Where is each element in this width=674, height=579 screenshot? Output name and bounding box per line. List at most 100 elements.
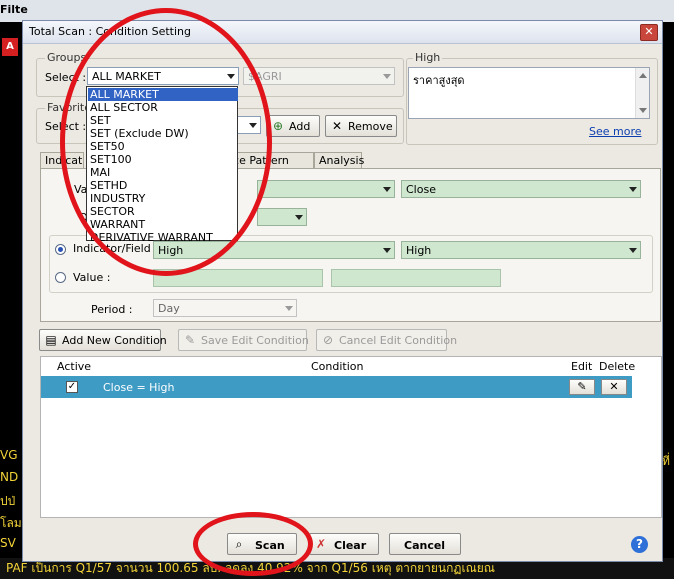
delete-x-icon[interactable]: ✕ xyxy=(601,379,627,395)
dropdown-option[interactable]: ALL MARKET xyxy=(88,88,238,101)
save-edit-condition-label: Save Edit Condition xyxy=(201,334,309,347)
add-new-condition-label: Add New Condition xyxy=(62,334,167,347)
dropdown-option[interactable]: SET (Exclude DW) xyxy=(88,127,238,140)
help-icon[interactable]: ? xyxy=(631,536,648,553)
column-header-edit: Edit xyxy=(571,360,593,373)
add-new-condition-button[interactable]: ▤ Add New Condition xyxy=(39,329,167,351)
dropdown-option[interactable]: DERIVATIVE WARRANT xyxy=(88,231,238,244)
indicator-field2-value: High xyxy=(406,244,432,257)
high-description-text: ราคาสูงสุด xyxy=(413,74,465,87)
market-group-dropdown[interactable]: ALL MARKET xyxy=(87,67,239,85)
symbol-group-value: $AGRI xyxy=(248,70,282,83)
cancel-label: Cancel xyxy=(404,539,446,552)
dropdown-option[interactable]: SET50 xyxy=(88,140,238,153)
market-group-options-list[interactable]: ALL MARKET ALL SECTOR SET SET (Exclude D… xyxy=(86,86,238,244)
description-scrollbar[interactable] xyxy=(635,68,649,118)
symbol-group-dropdown[interactable]: $AGRI xyxy=(243,67,395,85)
add-favorite-button[interactable]: ⊕ Add xyxy=(266,115,320,137)
left-value-dropdown[interactable] xyxy=(257,180,395,198)
high-description-title: High xyxy=(413,51,443,64)
right-value-dropdown[interactable]: Close xyxy=(401,180,641,198)
indicator-field-radio[interactable] xyxy=(55,244,66,255)
dropdown-option[interactable]: SETHD xyxy=(88,179,238,192)
high-description-textbox[interactable]: ราคาสูงสุด xyxy=(408,67,650,119)
dropdown-option[interactable]: SECTOR xyxy=(88,205,238,218)
column-header-condition: Condition xyxy=(311,360,364,373)
cancel-edit-condition-button[interactable]: ⊘ Cancel Edit Condition xyxy=(316,329,457,351)
scan-label: Scan xyxy=(255,539,285,552)
cancel-edit-condition-label: Cancel Edit Condition xyxy=(339,334,458,347)
background-text-line: ND xyxy=(0,470,19,484)
remove-favorite-label: Remove xyxy=(348,120,393,133)
indicator-field-value: High xyxy=(158,244,184,257)
column-header-delete: Delete xyxy=(599,360,636,373)
column-header-active: Active xyxy=(57,360,92,373)
remove-favorite-button[interactable]: ✕ Remove xyxy=(325,115,397,137)
see-more-link[interactable]: See more xyxy=(589,125,642,138)
scroll-up-icon[interactable] xyxy=(639,73,647,78)
tab-analysis[interactable]: Analysis xyxy=(314,152,364,168)
cancel-button[interactable]: Cancel xyxy=(389,533,461,555)
background-toolbar: Filte xyxy=(0,0,674,22)
value-radio-label: Value : xyxy=(73,271,111,284)
period-dropdown[interactable]: Day xyxy=(153,299,297,317)
dropdown-option[interactable]: INDUSTRY xyxy=(88,192,238,205)
chevron-down-icon xyxy=(285,306,293,311)
table-row[interactable]: ✓ Close = High ✎ ✕ xyxy=(41,376,632,398)
chevron-down-icon xyxy=(295,215,303,220)
scan-button[interactable]: ⌕ Scan xyxy=(227,533,297,555)
dropdown-option[interactable]: MAI xyxy=(88,166,238,179)
operator-dropdown[interactable] xyxy=(257,208,307,226)
chevron-down-icon xyxy=(383,248,391,253)
chevron-down-icon xyxy=(227,74,235,79)
conditions-table: Active Condition Edit Delete ✓ Close = H… xyxy=(40,356,662,518)
add-icon: ⊕ xyxy=(272,119,284,133)
dropdown-option[interactable]: SET100 xyxy=(88,153,238,166)
favorites-select-label: Select : xyxy=(45,120,87,133)
edit-pencil-icon[interactable]: ✎ xyxy=(569,379,595,395)
groups-select-label: Select : xyxy=(45,71,87,84)
cancel-icon: ⊘ xyxy=(322,333,334,347)
dropdown-option[interactable]: WARRANT xyxy=(88,218,238,231)
close-icon[interactable]: ✕ xyxy=(640,24,658,41)
conditions-table-header: Active Condition Edit Delete xyxy=(41,357,661,375)
eraser-icon: ✗ xyxy=(315,537,327,551)
value-radio[interactable] xyxy=(55,272,66,283)
dropdown-option[interactable]: ALL SECTOR xyxy=(88,101,238,114)
chevron-down-icon xyxy=(383,74,391,79)
add-favorite-label: Add xyxy=(289,120,311,133)
clear-button[interactable]: ✗ Clear xyxy=(309,533,379,555)
period-value: Day xyxy=(158,302,180,315)
right-value-text: Close xyxy=(406,183,436,196)
background-text-line: SV xyxy=(0,536,16,550)
dropdown-option[interactable]: SET xyxy=(88,114,238,127)
background-text-line: โลม xyxy=(0,516,22,530)
background-right-text: ที่ xyxy=(662,454,670,468)
value-input-1[interactable] xyxy=(153,269,323,287)
value-input-2[interactable] xyxy=(331,269,501,287)
remove-icon: ✕ xyxy=(331,119,343,133)
active-checkbox[interactable]: ✓ xyxy=(66,381,78,393)
dialog-title: Total Scan : Condition Setting xyxy=(29,25,192,38)
clear-label: Clear xyxy=(334,539,367,552)
document-add-icon: ▤ xyxy=(45,333,57,347)
groups-title: Groups xyxy=(45,51,89,64)
period-label: Period : xyxy=(91,303,133,316)
market-group-value: ALL MARKET xyxy=(92,70,161,83)
background-flag-icon: A xyxy=(2,38,18,56)
save-edit-condition-button[interactable]: ✎ Save Edit Condition xyxy=(178,329,309,351)
chevron-down-icon xyxy=(383,187,391,192)
chevron-down-icon xyxy=(249,123,257,128)
condition-cell: Close = High xyxy=(103,381,175,394)
tab-indicator[interactable]: Indicator xyxy=(40,152,84,168)
dialog-titlebar[interactable]: Total Scan : Condition Setting ✕ xyxy=(23,21,662,44)
indicator-field2-dropdown[interactable]: High xyxy=(401,241,641,259)
chevron-down-icon xyxy=(629,187,637,192)
background-text-line: VG xyxy=(0,448,18,462)
magnifier-icon: ⌕ xyxy=(235,537,243,551)
background-text-line: ปป่ xyxy=(0,494,16,508)
background-toolbar-label: Filte xyxy=(0,3,28,16)
tab-price-pattern[interactable]: Price Pattern xyxy=(226,152,314,168)
scroll-down-icon[interactable] xyxy=(639,108,647,113)
save-edit-icon: ✎ xyxy=(184,333,196,347)
